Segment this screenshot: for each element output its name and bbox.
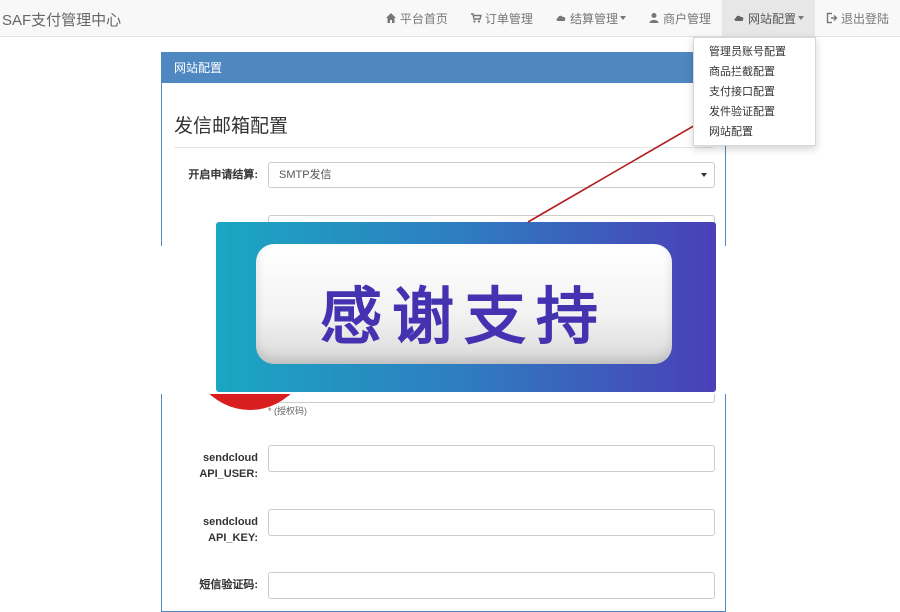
dropdown-item-site-config[interactable]: 网站配置 bbox=[694, 122, 815, 142]
site-config-dropdown: 管理员账号配置 商品拦截配置 支付接口配置 发件验证配置 网站配置 bbox=[693, 37, 816, 146]
dropdown-item-product-block[interactable]: 商品拦截配置 bbox=[694, 62, 815, 82]
dropdown-item-mail-verify[interactable]: 发件验证配置 bbox=[694, 102, 815, 122]
dropdown-item-admin-account[interactable]: 管理员账号配置 bbox=[694, 42, 815, 62]
dropdown-item-payment-api[interactable]: 支付接口配置 bbox=[694, 82, 815, 102]
